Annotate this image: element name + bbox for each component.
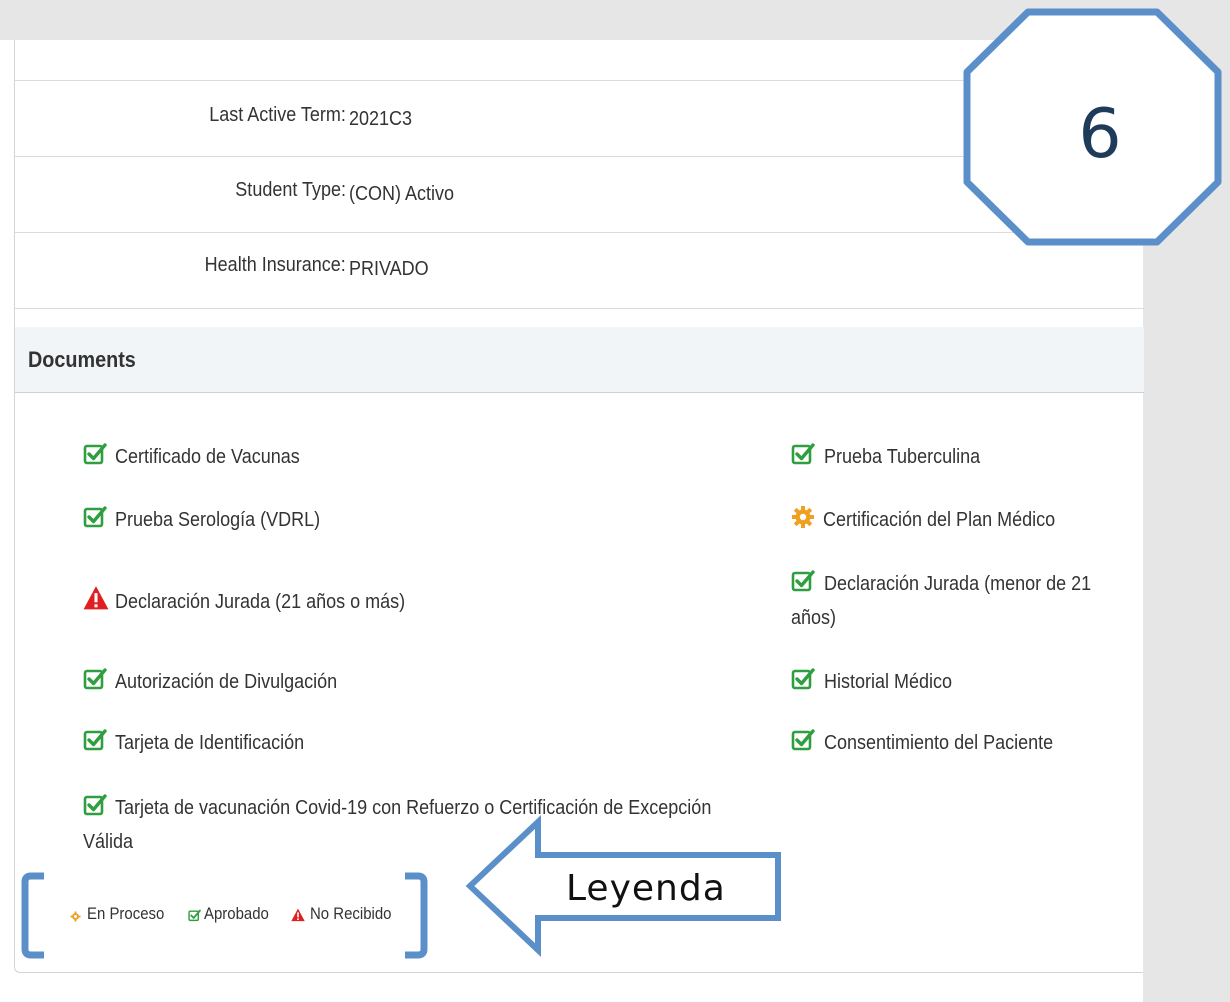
approved-check-icon xyxy=(83,443,107,465)
document-item: Declaración Jurada (menor de 21 xyxy=(791,567,1121,601)
approved-check-icon xyxy=(791,443,815,465)
student-type-label: Student Type: xyxy=(235,179,346,201)
documents-section-header: Documents xyxy=(15,327,1144,393)
document-label-continued: años) xyxy=(791,607,837,629)
document-item: Prueba Serología (VDRL) xyxy=(83,503,343,537)
document-item: Tarjeta de vacunación Covid-19 con Refue… xyxy=(83,791,778,825)
approved-check-icon xyxy=(83,506,107,528)
student-info-panel: Last Active Term: 2021C3 Student Type: (… xyxy=(14,40,1144,973)
right-gutter xyxy=(1143,40,1230,1002)
document-label: Tarjeta de vacunación Covid-19 con Refue… xyxy=(115,797,712,819)
approved-check-icon xyxy=(83,794,107,816)
document-item: Certificado de Vacunas xyxy=(83,440,320,474)
health-insurance-label: Health Insurance: xyxy=(204,254,346,276)
legend-warning-icon xyxy=(291,908,305,922)
document-label: Tarjeta de Identificación xyxy=(115,732,305,754)
document-label: Certificado de Vacunas xyxy=(115,446,300,468)
documents-title: Documents xyxy=(28,347,136,372)
approved-check-icon xyxy=(791,570,815,592)
info-row-health-insurance: Health Insurance: PRIVADO xyxy=(15,232,1144,309)
document-label: Certificación del Plan Médico xyxy=(823,509,1056,531)
last-active-term-label: Last Active Term: xyxy=(209,104,346,126)
document-label: Autorización de Divulgación xyxy=(115,671,338,693)
legend-approved: Aprobado xyxy=(204,904,269,923)
document-label: Declaración Jurada (21 años o más) xyxy=(115,591,406,613)
document-item: Declaración Jurada (21 años o más) xyxy=(83,585,437,619)
top-bar xyxy=(0,0,1230,40)
approved-check-icon xyxy=(83,729,107,751)
legend-check-icon xyxy=(188,909,201,922)
document-item: Prueba Tuberculina xyxy=(791,440,997,474)
student-type-value: (CON) Activo xyxy=(349,183,455,205)
last-active-term-value: 2021C3 xyxy=(349,108,413,130)
info-row-blank xyxy=(15,40,1144,81)
document-label: Prueba Serología (VDRL) xyxy=(115,509,321,531)
document-label: Consentimiento del Paciente xyxy=(824,732,1054,754)
document-label: Historial Médico xyxy=(824,671,953,693)
approved-check-icon xyxy=(83,668,107,690)
approved-check-icon xyxy=(791,668,815,690)
document-label: Prueba Tuberculina xyxy=(824,446,981,468)
warning-triangle-icon xyxy=(83,586,109,610)
legend-not-received: No Recibido xyxy=(310,904,392,923)
gear-icon xyxy=(792,506,814,528)
info-row-student-type: Student Type: (CON) Activo xyxy=(15,156,1144,233)
legend-gear-icon xyxy=(70,911,81,922)
step-number: 6 xyxy=(1078,95,1122,174)
leyenda-label: Leyenda xyxy=(566,868,726,909)
document-label: Declaración Jurada (menor de 21 xyxy=(824,573,1092,595)
legend-in-process: En Proceso xyxy=(87,904,165,923)
document-item: Historial Médico xyxy=(791,665,966,699)
document-item: Tarjeta de Identificación xyxy=(83,726,325,760)
document-label-continued: Válida xyxy=(83,831,134,853)
approved-check-icon xyxy=(791,729,815,751)
document-item: Autorización de Divulgación xyxy=(83,665,362,699)
document-item: Consentimiento del Paciente xyxy=(791,726,1079,760)
health-insurance-value: PRIVADO xyxy=(349,258,429,280)
document-item: Certificación del Plan Médico xyxy=(791,503,1081,537)
info-row-last-active-term: Last Active Term: 2021C3 xyxy=(15,80,1144,157)
